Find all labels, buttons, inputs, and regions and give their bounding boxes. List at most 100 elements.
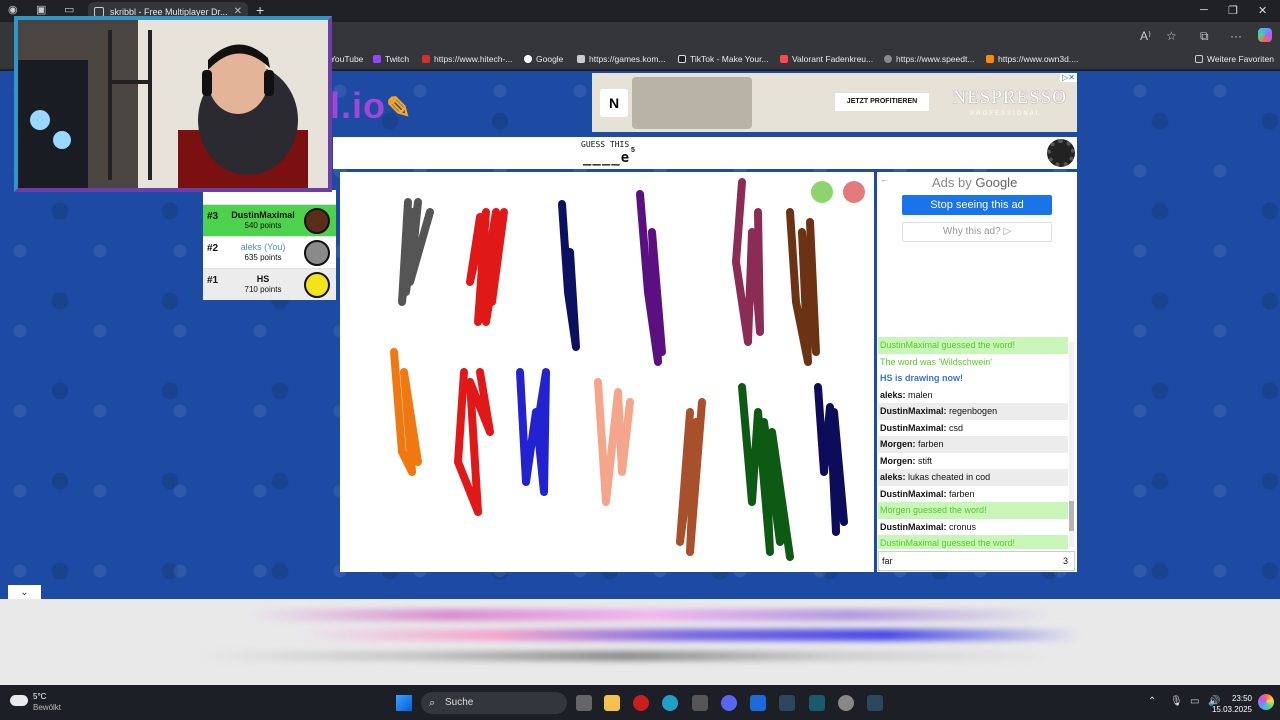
games-icon bbox=[577, 55, 585, 63]
tiktok-icon bbox=[678, 55, 686, 63]
chat-message: DustinMaximal guessed the word! bbox=[878, 337, 1068, 354]
other-favorites[interactable]: Weitere Favoriten bbox=[1195, 54, 1274, 64]
scribble-green bbox=[738, 383, 794, 561]
chat-message: Morgen guessed the word! bbox=[878, 502, 1068, 519]
chat-message: DustinMaximal: farben bbox=[880, 488, 975, 499]
drawing-canvas[interactable] bbox=[340, 172, 874, 572]
app-icon[interactable] bbox=[809, 695, 825, 711]
scribble-red bbox=[466, 208, 508, 326]
minimize-icon[interactable]: ─ bbox=[1200, 4, 1208, 16]
word-length: 5 bbox=[631, 147, 635, 154]
workspaces-icon[interactable]: ▣ bbox=[36, 3, 46, 16]
player-row[interactable]: #3 DustinMaximal 540 points bbox=[203, 204, 336, 236]
chat-message: DustinMaximal: cronus bbox=[880, 521, 977, 532]
copilot-icon[interactable] bbox=[1258, 28, 1272, 42]
ad-close-icon[interactable]: ▷✕ bbox=[1060, 73, 1077, 82]
thumbs-down-icon bbox=[843, 181, 865, 203]
app-icon[interactable] bbox=[838, 695, 854, 711]
chat-message: The word was 'Wildschwein' bbox=[880, 356, 992, 367]
copilot-taskbar-icon[interactable] bbox=[1258, 694, 1274, 710]
scribble-gray bbox=[398, 198, 434, 306]
cloud-icon bbox=[10, 695, 28, 706]
bookmark-item[interactable]: Valorant Fadenkreu... bbox=[780, 54, 873, 64]
bookmark-item[interactable]: Twitch bbox=[373, 54, 409, 64]
taskbar-search[interactable]: ⌕ Suche bbox=[421, 692, 567, 714]
chat-scrollbar[interactable] bbox=[1069, 342, 1074, 547]
tray-overflow-icon[interactable]: ⌃ bbox=[1148, 696, 1156, 707]
bookmark-item[interactable]: YouTube bbox=[330, 54, 363, 64]
ad-brand: NESPRESSO bbox=[952, 87, 1067, 108]
read-aloud-icon[interactable]: A⁾ bbox=[1140, 29, 1151, 43]
ad-cta-button[interactable]: JETZT PROFITIEREN bbox=[835, 93, 929, 111]
collapse-chevron-icon[interactable]: ⌄ bbox=[8, 585, 41, 600]
guess-label: GUESS THIS bbox=[581, 140, 630, 149]
chat-message: DustinMaximal: csd bbox=[880, 422, 964, 433]
steam-icon[interactable] bbox=[779, 695, 795, 711]
windows-taskbar: 5°C Bewölkt ⌕ Suche ⌃ 🎙 ▭ 🔊 23:50 15.03.2… bbox=[0, 686, 1280, 720]
bookmark-item[interactable]: https://www.hitech-... bbox=[422, 54, 512, 64]
word-bar: GUESS THIS ____e 5 bbox=[333, 137, 1077, 169]
chat-input[interactable]: far 3 bbox=[878, 551, 1075, 571]
ad-brand-sub: PROFESSIONAL bbox=[970, 111, 1041, 117]
ads-by-google: Ads by Google bbox=[932, 175, 1018, 190]
bookmark-item[interactable]: https://www.own3d.... bbox=[986, 54, 1078, 64]
skribbl-logo: l.io✎ bbox=[330, 85, 413, 126]
store-icon[interactable] bbox=[692, 695, 708, 711]
bookmark-item[interactable]: https://games.kom... bbox=[577, 54, 666, 64]
coffee-machine-image bbox=[632, 77, 752, 129]
chat-scroll-thumb[interactable] bbox=[1069, 501, 1074, 531]
scribble-blue bbox=[516, 368, 550, 496]
chat-message: aleks: lukas cheated in cod bbox=[878, 469, 1068, 486]
settings-gear-icon[interactable] bbox=[1047, 139, 1075, 167]
thumbs-up-icon bbox=[811, 181, 833, 203]
collections-icon[interactable]: ⧉ bbox=[1200, 29, 1209, 44]
why-this-ad-button[interactable]: Why this ad? ▷ bbox=[902, 222, 1052, 242]
maximize-icon[interactable]: ❐ bbox=[1228, 4, 1238, 17]
app-icon[interactable] bbox=[750, 695, 766, 711]
twitch-icon bbox=[373, 55, 381, 63]
clock[interactable]: 23:50 15.03.2025 bbox=[1212, 693, 1252, 715]
pencil-icon: ✎ bbox=[386, 92, 413, 125]
chat-message: DustinMaximal: regenbogen bbox=[878, 403, 1068, 420]
steam-icon[interactable] bbox=[867, 695, 883, 711]
chat-message: DustinMaximal guessed the word! bbox=[878, 535, 1068, 549]
opera-icon[interactable] bbox=[633, 695, 649, 711]
file-explorer-icon[interactable] bbox=[604, 695, 620, 711]
chat-log: DustinMaximal guessed the word! The word… bbox=[878, 337, 1068, 549]
player-row[interactable]: #2 aleks (You) 635 points bbox=[203, 236, 336, 268]
player-row[interactable]: #1 HS 710 points bbox=[203, 268, 336, 300]
avatar bbox=[304, 272, 330, 298]
more-menu-icon[interactable]: ··· bbox=[1230, 29, 1242, 43]
scribble-red2 bbox=[454, 368, 494, 516]
discord-icon[interactable] bbox=[721, 695, 737, 711]
microphone-icon[interactable]: 🎙 bbox=[1170, 696, 1183, 707]
start-button[interactable] bbox=[396, 695, 412, 711]
window-close-icon[interactable]: ✕ bbox=[1258, 4, 1267, 17]
webcam-overlay bbox=[14, 16, 332, 192]
task-view-icon[interactable] bbox=[576, 695, 592, 711]
chat-message: aleks: malen bbox=[880, 389, 933, 400]
nespresso-banner-ad[interactable]: N JETZT PROFITIEREN NESPRESSO PROFESSION… bbox=[592, 73, 1077, 132]
chat-message: Morgen: stift bbox=[880, 455, 933, 466]
tab-actions-icon[interactable]: ▭ bbox=[64, 3, 74, 16]
hitech-icon bbox=[422, 55, 430, 63]
speedtest-icon bbox=[884, 55, 892, 63]
bookmark-item[interactable]: https://www.speedt... bbox=[884, 54, 974, 64]
chat-message: HS is drawing now! bbox=[880, 373, 964, 383]
edge-icon[interactable] bbox=[662, 695, 678, 711]
profile-icon[interactable]: ◉ bbox=[8, 3, 18, 16]
screen: { "browser": { "tab_title": "skribbl - F… bbox=[0, 0, 1280, 720]
avatar bbox=[304, 208, 330, 234]
scribble-purple bbox=[636, 190, 666, 366]
players-list: #3 DustinMaximal 540 points #2 aleks (Yo… bbox=[203, 190, 336, 300]
scribble-navy2 bbox=[814, 383, 848, 536]
stop-seeing-ad-button[interactable]: Stop seeing this ad bbox=[902, 195, 1052, 215]
bookmark-item[interactable]: TikTok - Make Your... bbox=[678, 54, 769, 64]
favorite-star-icon[interactable]: ☆ bbox=[1166, 29, 1177, 43]
scribble-navy bbox=[558, 200, 580, 351]
scribble-salmon bbox=[594, 378, 634, 506]
network-icon[interactable]: ▭ bbox=[1190, 696, 1199, 707]
bookmark-item[interactable]: Google bbox=[524, 54, 563, 64]
ad-back-icon[interactable]: ← bbox=[880, 174, 889, 184]
scribble-brown bbox=[786, 208, 820, 366]
